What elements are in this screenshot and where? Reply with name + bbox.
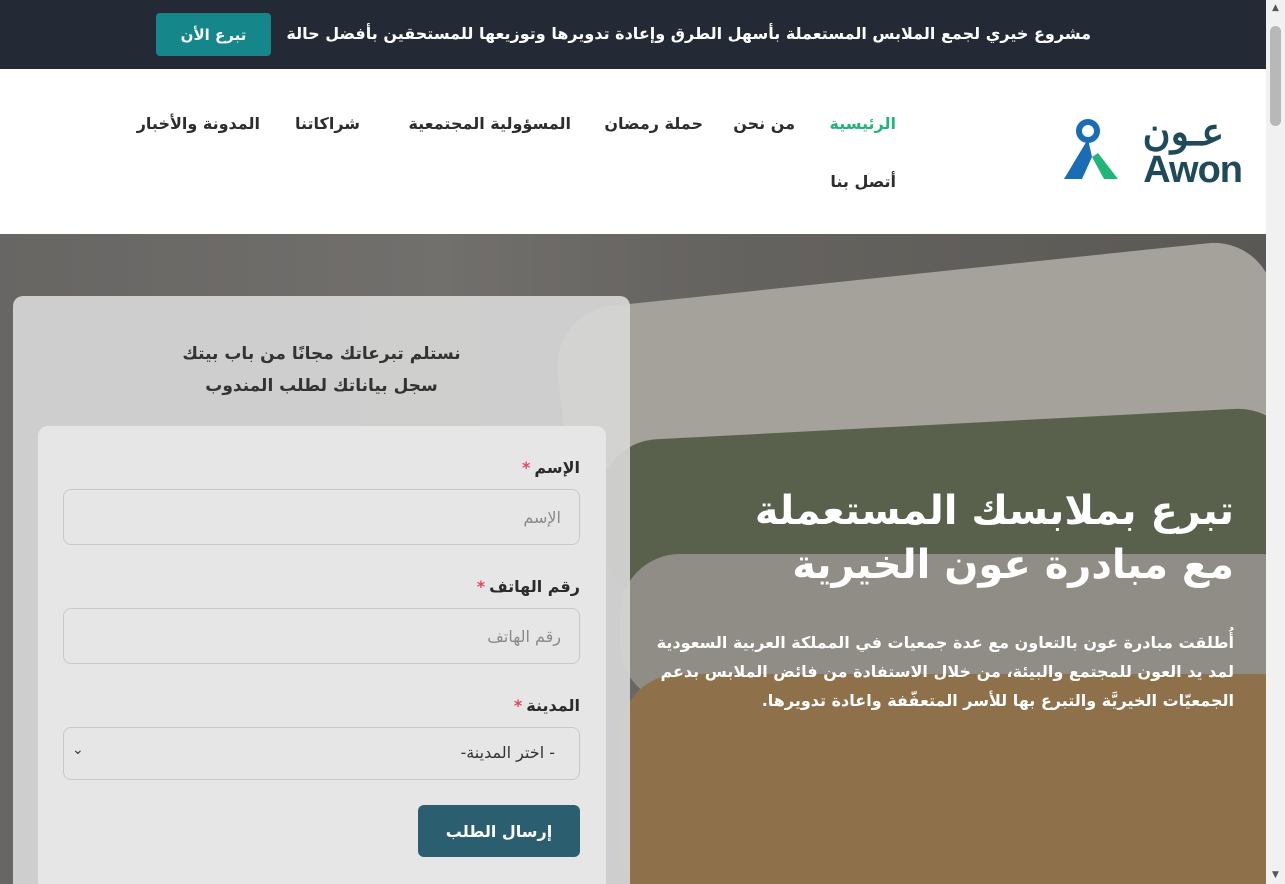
scroll-down-icon[interactable]: ▼ — [1266, 867, 1285, 884]
topbar-tagline: مشروع خيري لجمع الملابس المستعملة بأسهل … — [286, 24, 1091, 43]
chevron-down-icon: ⌄ — [72, 742, 84, 758]
logo-latin-text: Awon — [1143, 149, 1243, 191]
nav-partnerships[interactable]: شراكاتنا — [295, 114, 360, 133]
phone-label: رقم الهاتف* — [477, 577, 580, 596]
awon-logo[interactable]: عـون Awon — [1052, 109, 1243, 191]
required-mark: * — [521, 458, 531, 477]
hero-title-line2: مع مبادرة عون الخيرية — [792, 542, 1234, 588]
city-label-text: المدينة — [526, 696, 580, 715]
logo-arabic-text: عـون — [1142, 109, 1224, 154]
panel-heading-line2: سجل بياناتك لطلب المندوب — [205, 376, 438, 396]
scroll-thumb[interactable] — [1270, 26, 1281, 126]
hanger-logo-icon — [1064, 119, 1118, 179]
name-label: الإسم* — [522, 458, 580, 477]
nav-about[interactable]: من نحن — [733, 114, 795, 133]
submit-request-button[interactable]: إرسال الطلب — [418, 805, 580, 857]
pickup-request-panel: نستلم تبرعاتك مجانًا من باب بيتك سجل بيا… — [13, 296, 630, 884]
city-select-value: - اختر المدينة- — [460, 743, 555, 762]
donate-now-button[interactable]: تبرع الأن — [156, 13, 271, 56]
nav-home[interactable]: الرئيسية — [830, 114, 897, 133]
nav-social-responsibility[interactable]: المسؤولية المجتمعية — [408, 114, 571, 133]
site-header: عـون Awon الرئيسية من نحن حملة رمضان الم… — [0, 69, 1266, 234]
pickup-form: الإسم* رقم الهاتف* المدينة* - اختر المدي… — [38, 426, 606, 884]
scroll-up-icon[interactable]: ▲ — [1266, 0, 1285, 17]
city-select[interactable]: - اختر المدينة- ⌄ — [63, 727, 580, 780]
hero-title-line1: تبرع بملابسك المستعملة — [754, 488, 1234, 534]
nav-blog-news[interactable]: المدونة والأخبار — [137, 114, 260, 133]
name-input[interactable] — [63, 489, 580, 545]
nav-ramadan-campaign[interactable]: حملة رمضان — [604, 114, 703, 133]
hero-description: أُطلقت مبادرة عون بالتعاون مع عدة جمعيات… — [656, 633, 1234, 710]
nav-contact[interactable]: أتصل بنا — [830, 172, 896, 191]
panel-heading-line1: نستلم تبرعاتك مجانًا من باب بيتك — [182, 344, 461, 364]
phone-input[interactable] — [63, 608, 580, 664]
required-mark: * — [476, 577, 486, 596]
page: مشروع خيري لجمع الملابس المستعملة بأسهل … — [0, 0, 1285, 884]
page-scrollbar[interactable]: ▲ ▼ — [1266, 0, 1285, 884]
top-announcement-bar: مشروع خيري لجمع الملابس المستعملة بأسهل … — [0, 0, 1266, 69]
name-label-text: الإسم — [534, 458, 580, 477]
phone-label-text: رقم الهاتف — [489, 577, 580, 596]
panel-heading: نستلم تبرعاتك مجانًا من باب بيتك سجل بيا… — [13, 338, 630, 402]
hero-title: تبرع بملابسك المستعملة مع مبادرة عون الخ… — [614, 484, 1234, 592]
city-label: المدينة* — [514, 696, 580, 715]
required-mark: * — [513, 696, 523, 715]
